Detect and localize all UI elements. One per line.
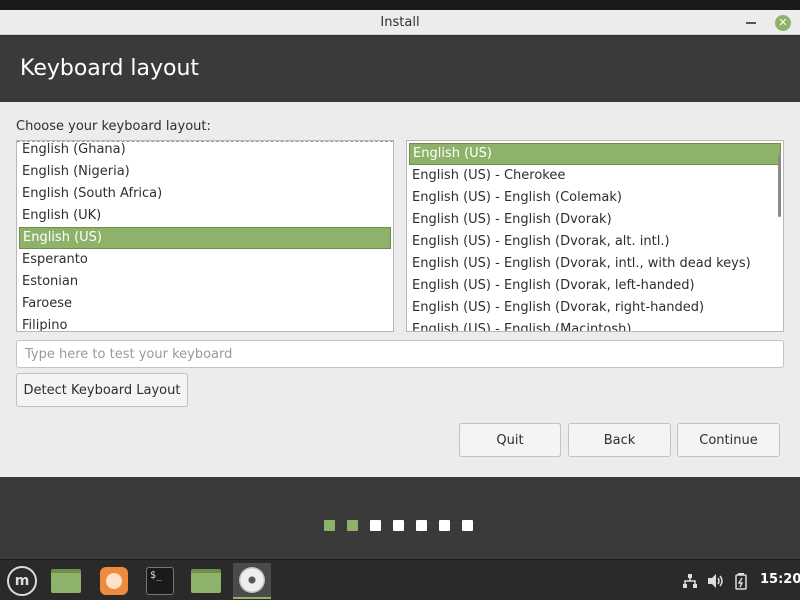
list-item[interactable]: English (US): [19, 227, 391, 249]
top-strip: [0, 0, 800, 10]
list-item[interactable]: English (Nigeria): [17, 161, 393, 183]
progress-dot: [462, 520, 473, 531]
show-desktop-button[interactable]: [48, 563, 84, 599]
folder-icon: [191, 569, 221, 593]
layout-list[interactable]: English (Ghana) English (Nigeria) English …: [16, 140, 394, 332]
list-item[interactable]: English (US) - English (Dvorak, intl., w…: [407, 253, 783, 275]
list-item[interactable]: Filipino: [17, 315, 393, 331]
content-area: Choose your keyboard layout: English (Gh…: [0, 102, 800, 477]
close-icon[interactable]: ✕: [775, 15, 791, 31]
minimize-icon[interactable]: [745, 18, 757, 28]
files-launcher[interactable]: [188, 563, 224, 599]
volume-icon[interactable]: [707, 560, 725, 600]
back-button[interactable]: Back: [568, 423, 671, 457]
list-item[interactable]: English (Ghana): [17, 141, 393, 161]
quit-button[interactable]: Quit: [459, 423, 561, 457]
window-title: Install: [380, 15, 420, 30]
disc-icon: [239, 567, 265, 593]
variant-list[interactable]: English (US) English (US) - Cherokee Engli…: [406, 140, 784, 332]
layout-list-items: English (Ghana) English (Nigeria) English …: [17, 141, 393, 331]
variant-list-scrollbar[interactable]: [778, 155, 781, 217]
list-item[interactable]: English (US) - English (Dvorak, left-han…: [407, 275, 783, 297]
list-item[interactable]: English (US) - Cherokee: [407, 165, 783, 187]
mint-menu-button[interactable]: m: [4, 563, 40, 599]
terminal-launcher[interactable]: $_: [142, 563, 178, 599]
progress-dots: [324, 520, 473, 531]
list-focus-border: [17, 141, 393, 142]
progress-dot: [393, 520, 404, 531]
variant-list-items: English (US) English (US) - Cherokee Engli…: [407, 143, 783, 331]
installer-task-button[interactable]: [233, 563, 271, 599]
taskbar: m $_ 15:20: [0, 559, 800, 600]
progress-dot: [439, 520, 450, 531]
firefox-launcher[interactable]: [96, 563, 132, 599]
progress-dot: [324, 520, 335, 531]
page-header: Keyboard layout: [0, 36, 800, 102]
progress-dot: [416, 520, 427, 531]
list-item[interactable]: English (US) - English (Macintosh): [407, 319, 783, 331]
list-item[interactable]: English (UK): [17, 205, 393, 227]
list-item[interactable]: English (US): [409, 143, 781, 165]
progress-dot: [370, 520, 381, 531]
title-bar[interactable]: Install ✕: [0, 10, 800, 35]
terminal-icon: $_: [146, 567, 174, 595]
list-item[interactable]: English (US) - English (Colemak): [407, 187, 783, 209]
list-item[interactable]: English (South Africa): [17, 183, 393, 205]
progress-dot: [347, 520, 358, 531]
layout-prompt-label: Choose your keyboard layout:: [16, 119, 211, 134]
list-item[interactable]: English (US) - English (Dvorak, alt. int…: [407, 231, 783, 253]
list-item[interactable]: Faroese: [17, 293, 393, 315]
list-item[interactable]: Estonian: [17, 271, 393, 293]
mint-logo-icon: m: [7, 566, 37, 596]
desktop-icon: [51, 569, 81, 593]
installer-footer: [0, 477, 800, 559]
page-title: Keyboard layout: [20, 56, 200, 81]
network-icon[interactable]: [682, 560, 698, 600]
detect-keyboard-layout-button[interactable]: Detect Keyboard Layout: [16, 373, 188, 407]
list-item[interactable]: English (US) - English (Dvorak): [407, 209, 783, 231]
clock[interactable]: 15:20: [760, 572, 800, 587]
keyboard-test-input[interactable]: [16, 340, 784, 368]
list-item[interactable]: Esperanto: [17, 249, 393, 271]
continue-button[interactable]: Continue: [677, 423, 780, 457]
battery-icon[interactable]: [734, 560, 750, 600]
list-item[interactable]: English (US) - English (Dvorak, right-ha…: [407, 297, 783, 319]
firefox-icon: [100, 567, 128, 595]
